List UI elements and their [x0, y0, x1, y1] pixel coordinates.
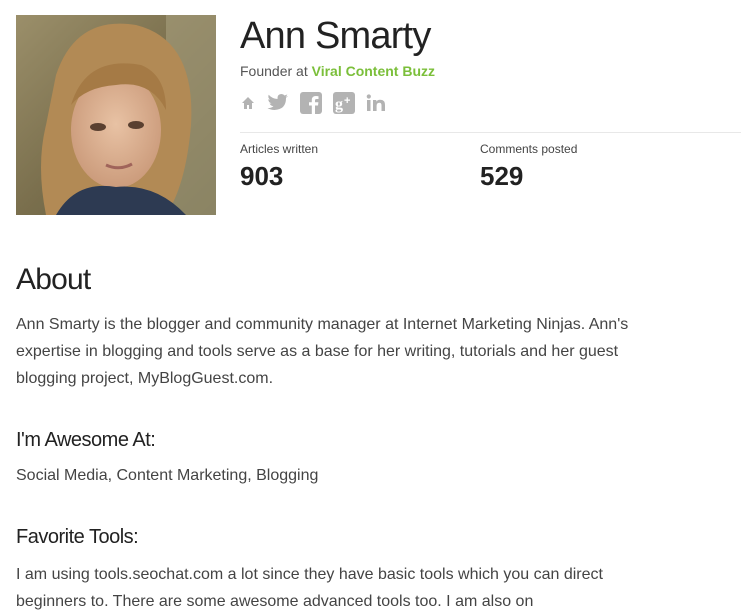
home-icon[interactable]: [240, 95, 256, 111]
tools-heading: Favorite Tools:: [16, 526, 139, 548]
tools-line: I am using tools.seochat.com a lot since…: [16, 566, 603, 583]
svg-text:g: g: [335, 96, 343, 113]
articles-label: Articles written: [240, 142, 319, 156]
header-divider: [240, 132, 741, 133]
social-links: g +: [240, 91, 386, 115]
company-link[interactable]: Viral Content Buzz: [312, 63, 435, 79]
about-heading: About: [16, 263, 91, 296]
twitter-icon[interactable]: [267, 93, 289, 113]
about-line: Ann Smarty is the blogger and community …: [16, 316, 629, 333]
google-plus-icon[interactable]: g +: [333, 92, 355, 114]
about-line: expertise in blogging and tools serve as…: [16, 343, 619, 360]
about-line: blogging project, MyBlogGuest.com.: [16, 370, 274, 387]
awesome-text: Social Media, Content Marketing, Bloggin…: [16, 467, 319, 484]
tools-line: beginners to. There are some awesome adv…: [16, 593, 534, 610]
awesome-heading: I'm Awesome At:: [16, 429, 156, 451]
comments-count: 529: [480, 161, 524, 191]
linkedin-icon[interactable]: [366, 94, 386, 112]
facebook-icon[interactable]: [300, 92, 322, 114]
comments-label: Comments posted: [480, 142, 578, 156]
profile-role: Founder at Viral Content Buzz: [240, 62, 435, 80]
svg-text:+: +: [344, 95, 350, 107]
role-prefix: Founder at: [240, 63, 312, 79]
articles-count: 903: [240, 161, 284, 191]
avatar: [16, 15, 216, 215]
profile-name: Ann Smarty: [240, 15, 431, 57]
